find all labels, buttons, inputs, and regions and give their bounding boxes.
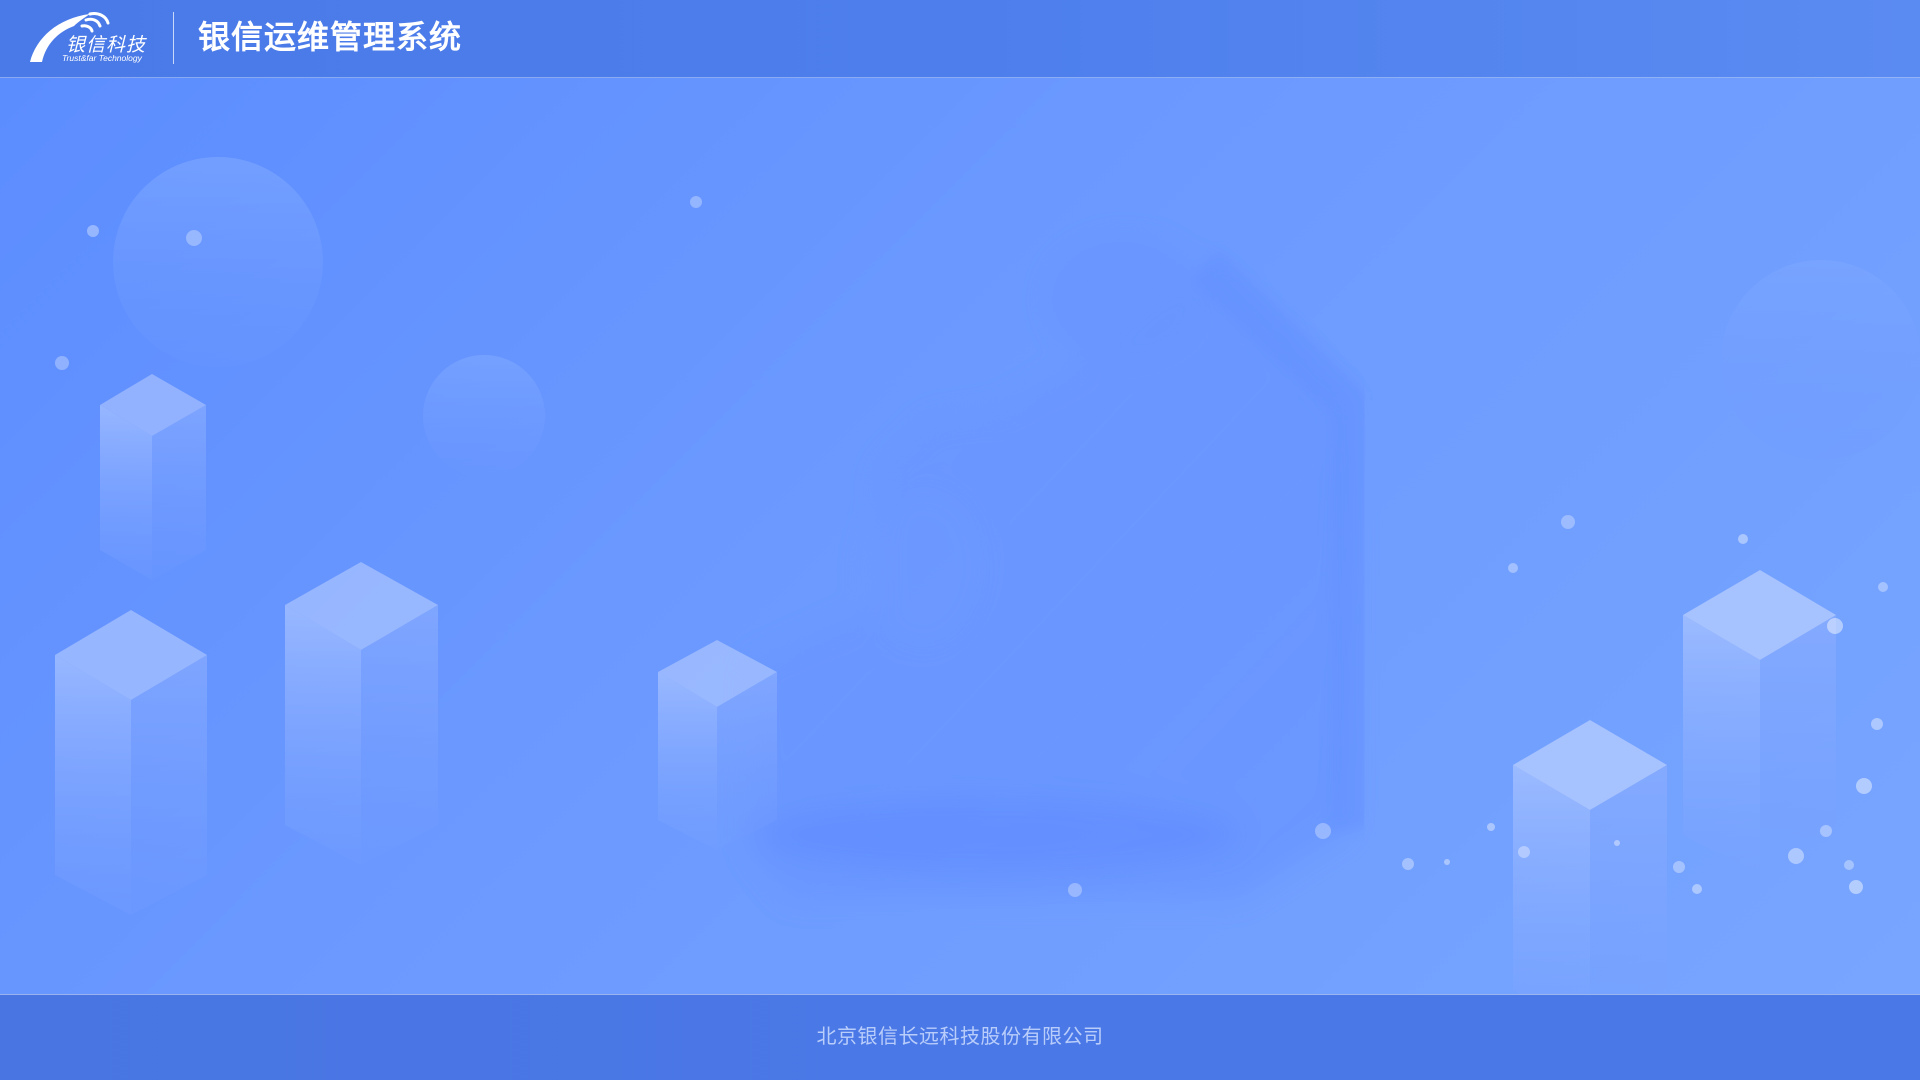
pillar-6: [1683, 570, 1836, 875]
logo-english-text: Trust&far Technology: [62, 53, 142, 63]
pillar-1: [100, 374, 206, 580]
header-divider: [173, 12, 174, 64]
footer-company-name: 北京银信长远科技股份有限公司: [816, 1023, 1104, 1048]
system-title: 银信运维管理系统: [198, 18, 463, 56]
pillar-2: [55, 610, 207, 915]
login-background-page: 银信科技 Trust&far Technology 银信运维管理系统 北京银信长…: [0, 0, 1920, 1080]
pillar-3: [285, 562, 438, 865]
footer-bar: 北京银信长远科技股份有限公司: [0, 994, 1920, 1080]
pillar-4: [658, 640, 777, 850]
top-header-bar: 银信科技 Trust&far Technology 银信运维管理系统: [0, 0, 1920, 78]
deco-circle-right: [1721, 260, 1920, 460]
company-logo[interactable]: 银信科技 Trust&far Technology: [28, 10, 158, 66]
deco-circle-large-left: [113, 157, 323, 367]
background-illustration: [55, 157, 1920, 1030]
deco-circle-small-left: [423, 355, 545, 477]
pillar-5: [1513, 720, 1667, 1030]
